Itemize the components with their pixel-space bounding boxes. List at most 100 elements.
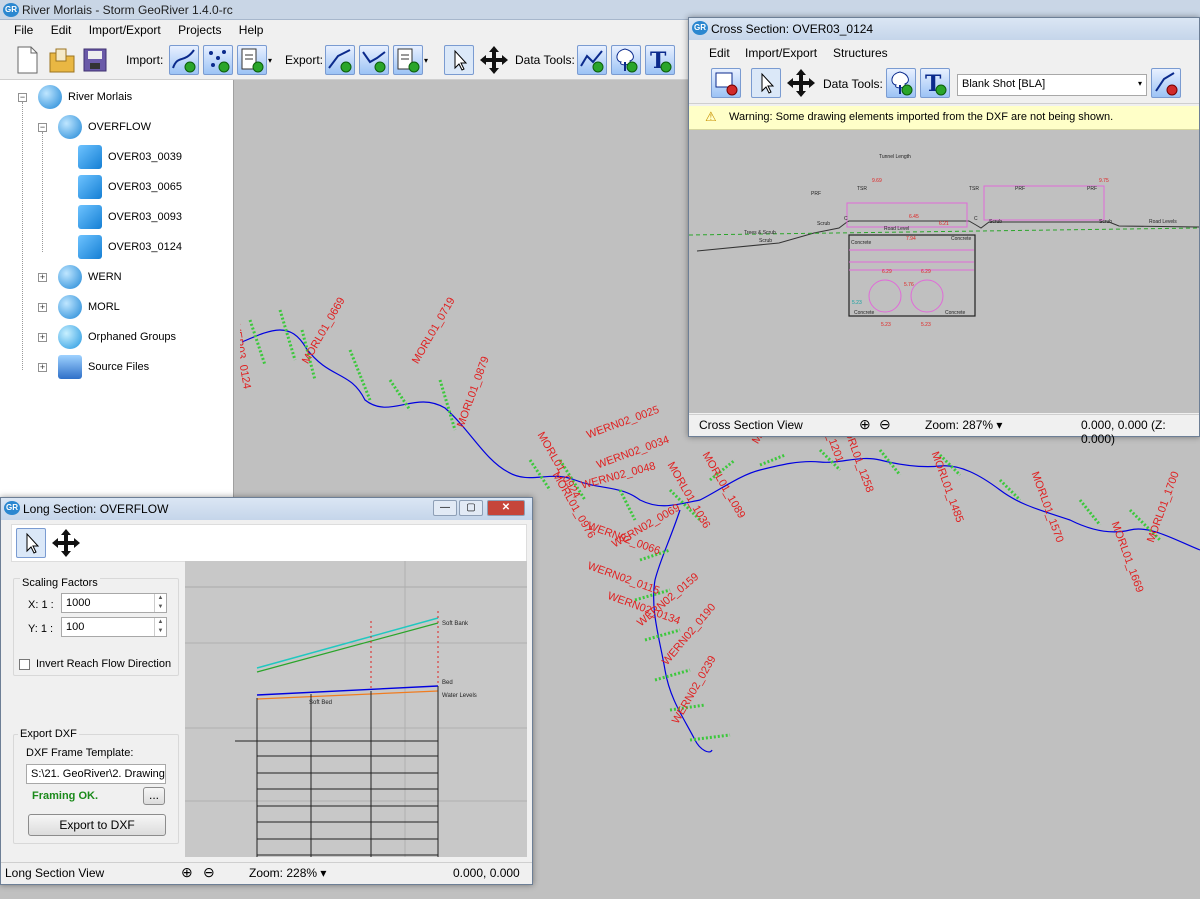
river-icon (38, 85, 62, 109)
cs-concrete-label-2: Concrete (951, 236, 972, 242)
cs-add-tree-button[interactable] (886, 68, 916, 98)
import-file-button[interactable] (237, 45, 267, 75)
x-scale-input[interactable]: 1000 ▲ ▼ (61, 593, 167, 613)
export-dropdown-icon[interactable]: ▾ (424, 56, 428, 65)
cs-val-4: 6.21 (939, 221, 949, 227)
cross-section-icon (78, 205, 102, 229)
add-profile-button[interactable] (577, 45, 607, 75)
cs-c-label-2: C (974, 216, 978, 222)
main-toolbar: Import: ▾ Export: ▾ Data Tools: T (0, 40, 690, 80)
cs-scrub-label-1: Scrub (759, 238, 772, 244)
cs-datatools-label: Data Tools: (823, 77, 883, 91)
cs-coords: 0.000, 0.000 (Z: 0.000) (1081, 418, 1166, 446)
export-file-button[interactable] (393, 45, 423, 75)
zoom-in-icon[interactable]: ⊕ (859, 416, 871, 433)
group-icon (58, 115, 82, 139)
import-dropdown-icon[interactable]: ▾ (268, 56, 272, 65)
shot-type-select[interactable]: Blank Shot [BLA] ▾ (957, 74, 1147, 96)
expander-overflow[interactable]: − (38, 123, 47, 132)
ls-zoom-out-icon[interactable]: ⊖ (203, 864, 215, 881)
expander-morl[interactable]: + (38, 303, 47, 312)
expander-wern[interactable]: + (38, 273, 47, 282)
maximize-button[interactable]: ▢ (459, 500, 483, 516)
ls-pan-move-icon[interactable] (50, 528, 80, 558)
delete-structure-button[interactable] (711, 68, 741, 98)
y-scale-stepper[interactable]: ▲ ▼ (154, 618, 166, 636)
pan-move-icon[interactable] (478, 45, 508, 75)
cs-add-text-button[interactable]: T (920, 68, 950, 98)
menu-import-export[interactable]: Import/Export (82, 20, 168, 37)
warning-icon: ⚠ (705, 109, 717, 124)
export-reach-button[interactable] (325, 45, 355, 75)
cs-scrub-label-3: Scrub (989, 219, 1002, 225)
x-scale-stepper[interactable]: ▲ ▼ (154, 594, 166, 612)
cs-menu-structures[interactable]: Structures (833, 46, 888, 60)
cs-val-5: 7.94 (906, 236, 916, 242)
app-logo-icon: GR (3, 3, 19, 17)
invert-flow-label: Invert Reach Flow Direction (36, 658, 172, 670)
ls-zoom-in-icon[interactable]: ⊕ (181, 864, 193, 881)
ls-zoom-select[interactable]: Zoom: 228% ▾ (249, 866, 326, 880)
browse-template-button[interactable]: ... (143, 787, 165, 805)
cs-prf-label-3: PRF (1087, 186, 1097, 192)
y-scale-label: Y: 1 : (28, 623, 54, 635)
cs-val-3: 6.45 (909, 214, 919, 220)
ls-soft-bed-label: Soft Bed (309, 700, 332, 706)
menu-file[interactable]: File (0, 20, 40, 37)
cs-tsr-label-1: TSR (857, 186, 867, 192)
cross-section-menubar: Edit Import/Export Structures (689, 40, 1199, 62)
cs-menu-edit[interactable]: Edit (709, 46, 730, 60)
save-icon[interactable] (82, 45, 112, 75)
export-to-dxf-button[interactable]: Export to DXF (28, 814, 166, 836)
source-files-icon (58, 355, 82, 379)
import-reach-button[interactable] (169, 45, 199, 75)
open-folder-icon[interactable] (48, 45, 78, 75)
cross-section-icon (78, 145, 102, 169)
cs-val-10: 5.23 (921, 322, 931, 328)
cs-val-2: 9.75 (1099, 178, 1109, 184)
zoom-out-icon[interactable]: ⊖ (879, 416, 891, 433)
ls-select-pointer-button[interactable] (16, 528, 46, 558)
expander-root[interactable]: − (18, 93, 27, 102)
cross-section-icon (78, 175, 102, 199)
remove-shot-button[interactable] (1151, 68, 1181, 98)
close-button[interactable]: ✕ (487, 500, 525, 516)
cs-tsr-label-2: TSR (969, 186, 979, 192)
cs-road-levels-label: Road Levels (1149, 219, 1177, 225)
expander-source[interactable]: + (38, 363, 47, 372)
add-text-button[interactable]: T (645, 45, 675, 75)
cs-scrub-label-4: Scrub (1099, 219, 1112, 225)
cs-val-11: 5.23 (852, 300, 862, 306)
cs-prf-label-2: PRF (1015, 186, 1025, 192)
cs-zoom-select[interactable]: Zoom: 287% ▾ (925, 418, 1002, 432)
minimize-button[interactable]: — (433, 500, 457, 516)
import-points-button[interactable] (203, 45, 233, 75)
cross-section-title-bar[interactable]: GR Cross Section: OVER03_0124 (689, 18, 1199, 40)
y-scale-input[interactable]: 100 ▲ ▼ (61, 617, 167, 637)
select-pointer-button[interactable] (444, 45, 474, 75)
import-label: Import: (126, 53, 164, 67)
expander-orphaned[interactable]: + (38, 333, 47, 342)
new-file-icon[interactable] (14, 45, 44, 75)
chevron-down-icon: ▾ (1137, 79, 1142, 88)
long-section-title-bar[interactable]: GR Long Section: OVERFLOW — ▢ ✕ (1, 498, 532, 520)
cs-pan-move-icon[interactable] (785, 68, 815, 98)
cross-section-window: GR Cross Section: OVER03_0124 Edit Impor… (688, 17, 1200, 446)
cs-val-7: 6.29 (921, 269, 931, 275)
datatools-label: Data Tools: (515, 53, 575, 67)
cs-menu-import-export[interactable]: Import/Export (745, 46, 817, 60)
cs-concrete-label-1: Concrete (851, 240, 872, 246)
menu-edit[interactable]: Edit (44, 20, 79, 37)
long-section-canvas[interactable]: Soft Bed Bed Water Levels Soft Bank (185, 561, 527, 857)
long-section-statusbar: Long Section View ⊕ ⊖ Zoom: 228% ▾ 0.000… (1, 862, 532, 882)
invert-flow-checkbox[interactable] (19, 659, 30, 670)
template-path-input[interactable]: S:\21. GeoRiver\2. Drawing te (26, 764, 166, 784)
app-title: River Morlais - Storm GeoRiver 1.4.0-rc (22, 3, 233, 17)
add-tree-button[interactable] (611, 45, 641, 75)
menu-help[interactable]: Help (232, 20, 271, 37)
export-section-button[interactable] (359, 45, 389, 75)
cs-select-pointer-button[interactable] (751, 68, 781, 98)
cross-section-canvas[interactable]: 9.69 9.75 6.45 6.21 7.94 6.29 6.29 5.76 … (689, 130, 1199, 413)
menu-projects[interactable]: Projects (171, 20, 228, 37)
cs-concrete-label-3: Concrete (854, 310, 875, 316)
